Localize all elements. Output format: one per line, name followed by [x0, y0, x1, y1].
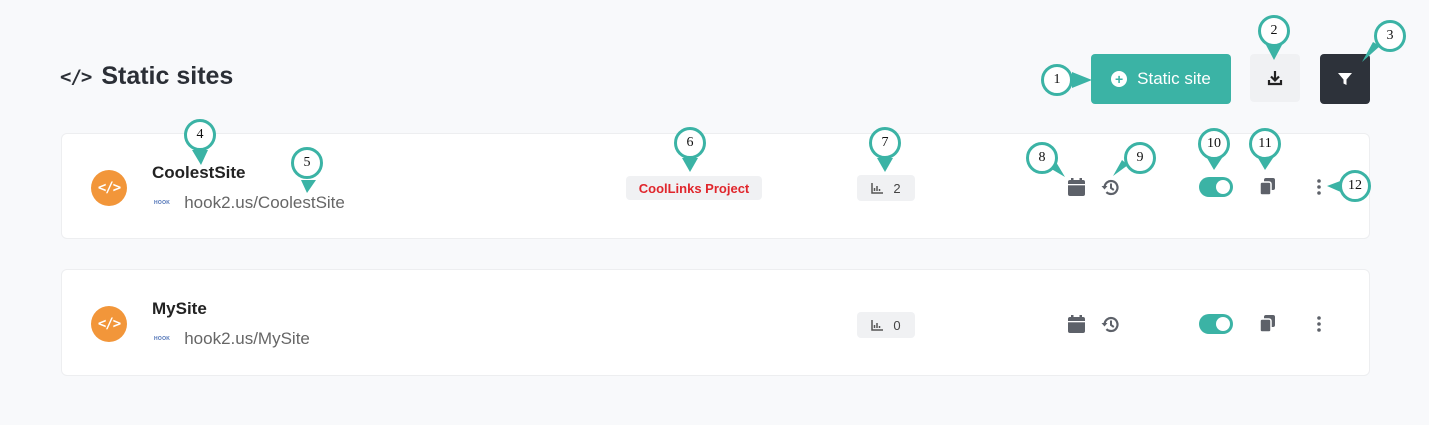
- callout-2: 2: [1258, 15, 1290, 47]
- callout-8: 8: [1026, 142, 1058, 174]
- callout-7: 7: [869, 127, 901, 159]
- callout-10: 10: [1198, 128, 1230, 160]
- callout-5: 5: [291, 147, 323, 179]
- callout-pointers: [192, 42, 1380, 193]
- callout-1: 1: [1041, 64, 1073, 96]
- callout-9: 9: [1124, 142, 1156, 174]
- callout-6: 6: [674, 127, 706, 159]
- callout-11: 11: [1249, 128, 1281, 160]
- callout-12: 12: [1339, 170, 1371, 202]
- callout-4: 4: [184, 119, 216, 151]
- callout-3: 3: [1374, 20, 1406, 52]
